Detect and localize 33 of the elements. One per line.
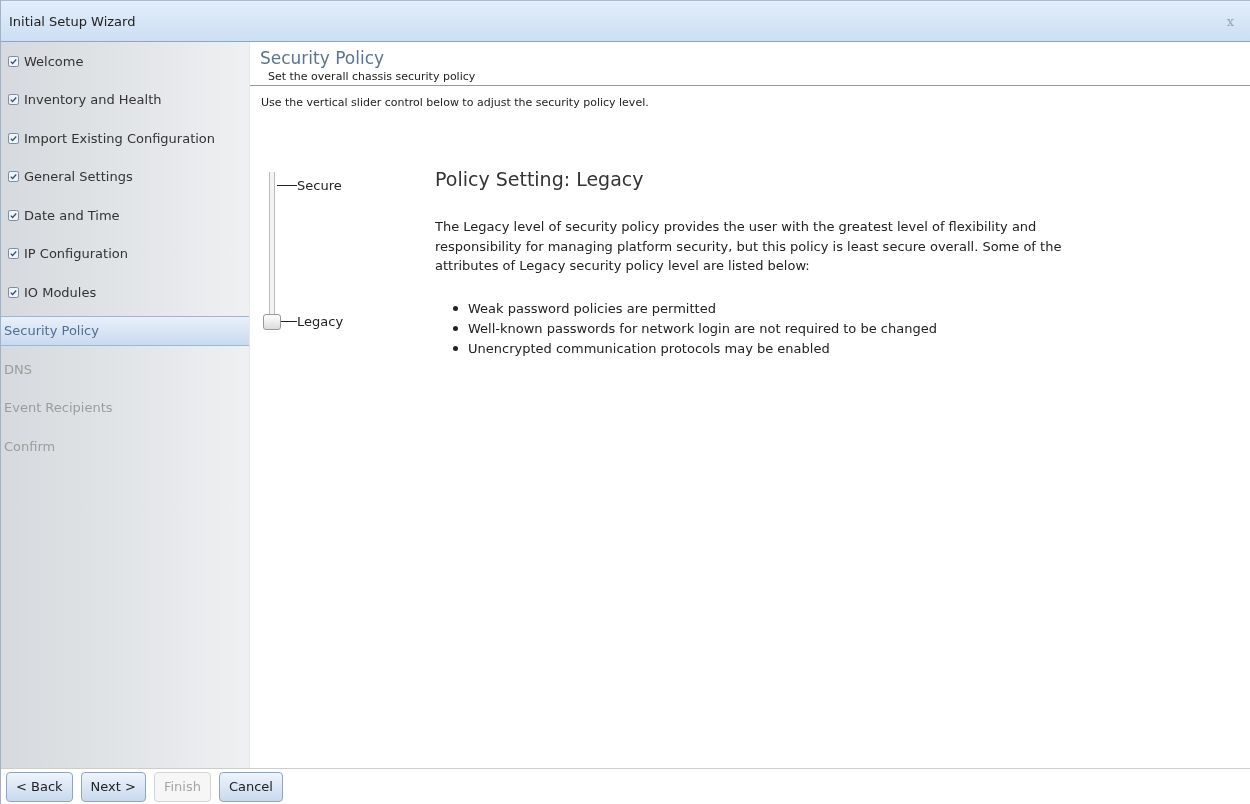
- wizard-button[interactable]: Next >: [80, 771, 146, 802]
- checkbox-icon: [8, 209, 19, 221]
- slider-label: Legacy: [297, 314, 344, 329]
- checkbox-icon: [8, 286, 19, 298]
- step-item[interactable]: Date and Time: [1, 200, 249, 230]
- step-item[interactable]: IO Modules: [1, 277, 249, 307]
- checkbox-icon: [8, 94, 19, 105]
- step-item[interactable]: Inventory and Health: [1, 84, 249, 115]
- page-title: Security Policy: [259, 47, 386, 68]
- bullet-icon: [453, 326, 458, 331]
- page-subtitle: Set the overall chassis security policy: [250, 68, 1250, 86]
- step-item[interactable]: Import Existing Configuration: [1, 123, 249, 153]
- wizard-button[interactable]: Cancel: [218, 771, 283, 802]
- checkbox-icon: [8, 248, 19, 259]
- policy-heading: Policy Setting: Legacy: [435, 168, 645, 190]
- bullet-icon: [453, 306, 458, 311]
- step-item[interactable]: Security Policy: [1, 315, 249, 346]
- instruction-text: Use the vertical slider control below to adjust the security policy level.: [260, 95, 650, 109]
- checkbox-icon: [8, 171, 19, 182]
- checkbox-icon: [8, 132, 19, 144]
- attribute-text: Well-known passwords for network login are not required to be changed: [468, 321, 937, 336]
- slider-label: Secure: [297, 178, 342, 193]
- step-item[interactable]: IP Configuration: [1, 238, 249, 269]
- window-title: Initial Setup Wizard: [9, 13, 136, 29]
- attribute-text: Unencrypted communication protocols may be enabled: [468, 341, 830, 356]
- step-item[interactable]: General Settings: [1, 161, 249, 192]
- policy-description: The Legacy level of security policy provides the user with the greatest level of flexibility and responsibility for managing platform security, but this policy is least secure overall. Some of the attributes of Legacy security policy level are listed below:: [435, 218, 1063, 275]
- checkbox-icon: [8, 55, 19, 67]
- attribute-text: Weak password policies are permitted: [468, 301, 716, 316]
- step-item[interactable]: Welcome: [1, 46, 249, 76]
- bullet-icon: [453, 346, 458, 351]
- wizard-button[interactable]: < Back: [6, 771, 73, 802]
- slider-thumb[interactable]: [263, 314, 281, 330]
